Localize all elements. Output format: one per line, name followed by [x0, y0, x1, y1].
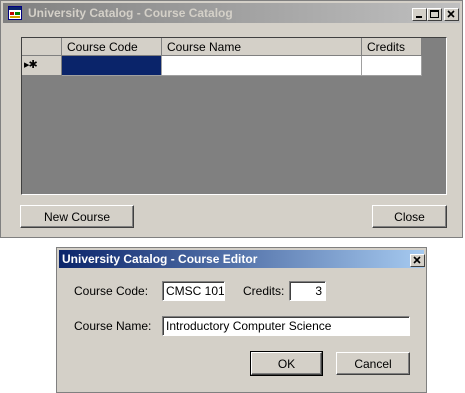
column-header-course-name[interactable]: Course Name [162, 38, 362, 56]
course-editor-dialog: University Catalog - Course Editor Cours… [56, 247, 427, 393]
course-catalog-window: University Catalog - Course Catalog Cour… [0, 0, 463, 238]
table-row-new[interactable]: ▸✱ [22, 56, 422, 76]
column-header-course-code[interactable]: Course Code [62, 38, 162, 56]
close-icon [413, 256, 421, 264]
course-name-label: Course Name: [74, 319, 152, 333]
course-code-label: Course Code: [74, 284, 149, 298]
row-header[interactable]: ▸✱ [22, 56, 62, 76]
close-button[interactable] [444, 8, 459, 21]
main-title-bar[interactable]: University Catalog - Course Catalog [3, 3, 460, 23]
minimize-icon [416, 16, 422, 18]
minimize-button[interactable] [412, 8, 427, 21]
cancel-button[interactable]: Cancel [336, 352, 410, 375]
dialog-close-button[interactable] [410, 254, 425, 267]
app-window-icon [8, 6, 22, 20]
ok-button[interactable]: OK [250, 351, 323, 376]
current-new-row-icon: ▸✱ [24, 58, 38, 71]
grid-corner-header[interactable] [22, 38, 62, 56]
close-window-button[interactable]: Close [372, 205, 447, 228]
dialog-title-bar[interactable]: University Catalog - Course Editor [59, 250, 425, 268]
close-icon [447, 10, 455, 18]
dialog-title: University Catalog - Course Editor [62, 252, 258, 266]
main-window-title: University Catalog - Course Catalog [28, 6, 233, 20]
maximize-icon [430, 10, 439, 18]
credits-field[interactable]: 3 [289, 281, 326, 301]
credits-label: Credits: [243, 284, 285, 298]
course-name-field[interactable]: Introductory Computer Science [162, 316, 410, 336]
cell-course-name[interactable] [162, 56, 362, 76]
grid-header-row: Course Code Course Name Credits [22, 38, 422, 56]
course-grid[interactable]: Course Code Course Name Credits ▸✱ [21, 37, 447, 195]
new-course-button[interactable]: New Course [20, 205, 134, 228]
cell-credits[interactable] [362, 56, 422, 76]
course-code-field[interactable]: CMSC 101 [162, 281, 225, 301]
maximize-button[interactable] [427, 8, 442, 21]
column-header-credits[interactable]: Credits [362, 38, 422, 56]
cell-course-code[interactable] [62, 56, 162, 76]
